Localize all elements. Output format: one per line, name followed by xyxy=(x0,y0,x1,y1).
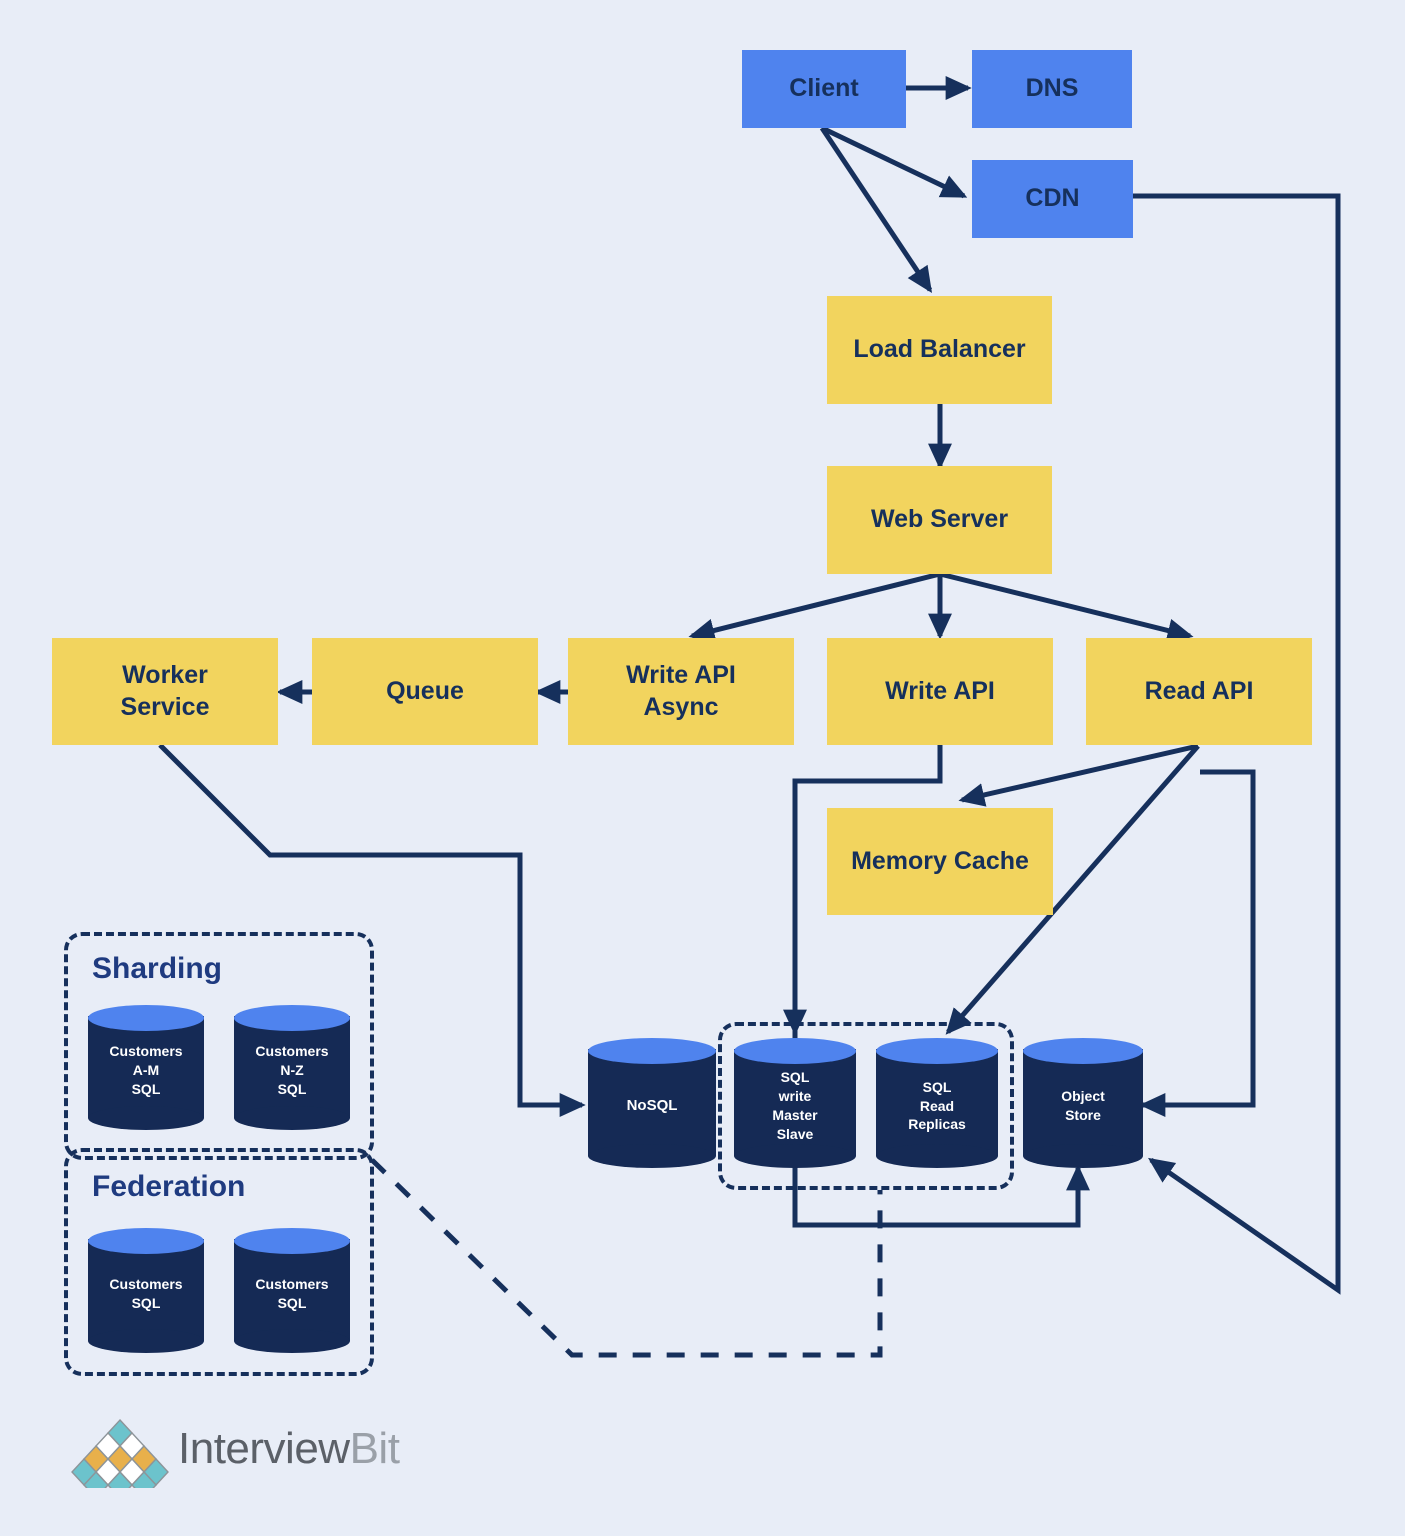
node-web-server[interactable]: Web Server xyxy=(827,466,1052,574)
node-write-api-async-label: Write API Async xyxy=(626,661,736,721)
node-client-label: Client xyxy=(789,74,859,103)
edge-readapi-objectstore xyxy=(1139,769,1256,1117)
node-sql-write-label: SQL write Master Slave xyxy=(772,1069,818,1142)
edge-web-readapi xyxy=(939,571,1194,643)
node-federation-db-1-label: Customers SQL xyxy=(109,1275,183,1311)
node-dns[interactable]: DNS xyxy=(972,50,1132,128)
node-read-api[interactable]: Read API xyxy=(1086,638,1312,745)
node-queue[interactable]: Queue xyxy=(312,638,538,745)
node-load-balancer-label: Load Balancer xyxy=(853,335,1026,364)
logo-text-bit: Bit xyxy=(349,1424,400,1473)
group-federation-title: Federation xyxy=(92,1170,246,1203)
interviewbit-logo: InterviewBit xyxy=(70,1412,400,1492)
logo-text-interview: Interview xyxy=(178,1424,350,1473)
node-sql-read-label: SQL Read Replicas xyxy=(908,1078,966,1133)
node-object-store-label: Object Store xyxy=(1061,1088,1105,1123)
edge-readapi-memcache xyxy=(958,743,1199,807)
node-worker-service[interactable]: Worker Service xyxy=(52,638,278,745)
diagram-canvas: Sharding Federation Client DNS CDN Load … xyxy=(0,0,1405,1536)
node-read-api-label: Read API xyxy=(1144,676,1254,705)
node-shard-am[interactable]: Customers A-M SQL xyxy=(88,1005,204,1130)
node-memory-cache[interactable]: Memory Cache xyxy=(827,808,1053,915)
node-load-balancer[interactable]: Load Balancer xyxy=(827,296,1052,404)
node-client[interactable]: Client xyxy=(742,50,906,128)
node-shard-am-label: Customers A-M SQL xyxy=(109,1043,183,1097)
node-cdn[interactable]: CDN xyxy=(972,160,1133,238)
node-worker-service-label: Worker Service xyxy=(120,661,210,721)
edge-web-writeasync xyxy=(688,571,941,643)
node-shard-nz[interactable]: Customers N-Z SQL xyxy=(234,1005,350,1130)
interviewbit-logo-mark xyxy=(71,1418,169,1488)
node-object-store[interactable]: Object Store xyxy=(1023,1038,1143,1168)
node-cdn-label: CDN xyxy=(1025,184,1080,213)
node-nosql-label: NoSQL xyxy=(626,1096,678,1114)
group-sharding-title: Sharding xyxy=(92,952,223,985)
interviewbit-logo-text: InterviewBit xyxy=(178,1424,400,1474)
node-write-api[interactable]: Write API xyxy=(827,638,1053,745)
node-web-server-label: Web Server xyxy=(870,505,1009,534)
node-write-api-async[interactable]: Write API Async xyxy=(568,638,794,745)
node-nosql[interactable]: NoSQL xyxy=(588,1038,716,1168)
node-federation-db-1[interactable]: Customers SQL xyxy=(88,1228,204,1353)
node-federation-db-2-label: Customers SQL xyxy=(255,1275,329,1311)
node-write-api-label: Write API xyxy=(885,676,995,705)
node-dns-label: DNS xyxy=(1025,74,1079,103)
node-federation-db-2[interactable]: Customers SQL xyxy=(234,1228,350,1353)
node-sql-read[interactable]: SQL Read Replicas xyxy=(876,1038,998,1168)
node-memory-cache-label: Memory Cache xyxy=(851,846,1029,875)
node-sql-write[interactable]: SQL write Master Slave xyxy=(734,1038,856,1168)
node-shard-nz-label: Customers N-Z SQL xyxy=(255,1043,329,1097)
node-queue-label: Queue xyxy=(386,676,464,705)
